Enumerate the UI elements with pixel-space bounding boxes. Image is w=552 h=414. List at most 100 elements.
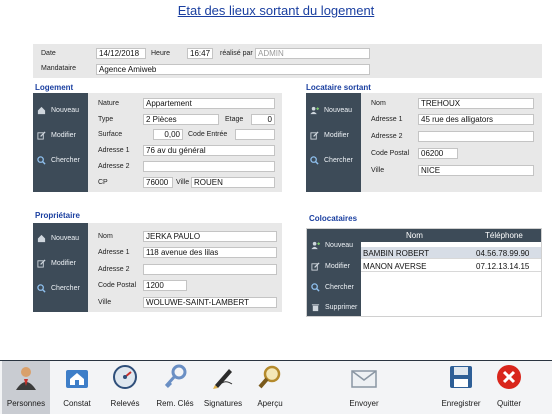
- logement-ville-label: Ville: [176, 179, 190, 186]
- mandataire-label: Mandataire: [41, 65, 77, 72]
- locataire-adresse1-label: Adresse 1: [371, 116, 403, 123]
- toolbar-personnes-button[interactable]: Personnes: [2, 361, 50, 414]
- proprietaire-modifier-button[interactable]: Modifier: [33, 257, 88, 269]
- type-field[interactable]: 2 Pièces: [143, 114, 219, 125]
- locataire-chercher-button[interactable]: Chercher: [306, 154, 361, 166]
- locataire-cp-field[interactable]: 06200: [418, 148, 458, 159]
- realise-par-field[interactable]: ADMIN: [255, 48, 370, 59]
- logement-nouveau-button[interactable]: Nouveau: [33, 104, 88, 116]
- toolbar-signatures-label: Signatures: [203, 399, 243, 408]
- cp-field[interactable]: 76000: [143, 177, 173, 188]
- toolbar-releves-button[interactable]: Relevés: [103, 361, 147, 414]
- row-tel-cell: 04.56.78.99.90: [476, 249, 530, 258]
- logement-adresse1-field[interactable]: 76 av du général: [143, 145, 275, 156]
- logement-chercher-button[interactable]: Chercher: [33, 154, 88, 166]
- colocataires-nouveau-button[interactable]: Nouveau: [307, 239, 361, 251]
- colocataires-modifier-label: Modifier: [325, 262, 350, 270]
- toolbar-apercu-button[interactable]: Aperçu: [249, 361, 291, 414]
- locataire-nom-label: Nom: [371, 100, 386, 107]
- date-field[interactable]: 14/12/2018: [96, 48, 146, 59]
- logement-modifier-button[interactable]: Modifier: [33, 129, 88, 141]
- search-icon: [310, 155, 319, 165]
- proprietaire-adresse2-field[interactable]: [143, 264, 277, 275]
- column-telephone-header: Téléphone: [485, 231, 523, 240]
- proprietaire-ville-field[interactable]: WOLUWE-SAINT-LAMBERT: [143, 297, 277, 308]
- person-add-icon: [310, 106, 319, 114]
- key-icon: [164, 364, 187, 389]
- locataire-cp-label: Code Postal: [371, 150, 410, 157]
- edit-icon: [311, 261, 320, 271]
- proprietaire-chercher-button[interactable]: Chercher: [33, 282, 88, 294]
- row-nom-cell: MANON AVERSE: [363, 262, 427, 271]
- locataire-adresse2-field[interactable]: [418, 131, 534, 142]
- save-icon: [450, 366, 472, 388]
- logement-title: Logement: [35, 83, 74, 92]
- proprietaire-panel: Nouveau Modifier Chercher Nom JERKA PAUL…: [33, 223, 282, 312]
- logement-adresse2-label: Adresse 2: [98, 163, 130, 170]
- search-icon: [37, 283, 46, 293]
- toolbar-envoyer-button[interactable]: Envoyer: [343, 361, 385, 414]
- table-row[interactable]: BAMBIN ROBERT 04.56.78.99.90: [361, 247, 541, 259]
- logement-adresse1-label: Adresse 1: [98, 147, 130, 154]
- colocataires-chercher-label: Chercher: [325, 283, 354, 291]
- nature-label: Nature: [98, 100, 120, 107]
- logement-adresse2-field[interactable]: [143, 161, 275, 172]
- toolbar-apercu-label: Aperçu: [257, 399, 283, 408]
- locataire-modifier-button[interactable]: Modifier: [306, 129, 361, 141]
- date-label: Date: [41, 50, 56, 57]
- proprietaire-chercher-label: Chercher: [51, 284, 80, 292]
- colocataires-table: Nom Téléphone BAMBIN ROBERT 04.56.78.99.…: [361, 229, 541, 316]
- proprietaire-nouveau-button[interactable]: Nouveau: [33, 232, 88, 244]
- colocataires-modifier-button[interactable]: Modifier: [307, 260, 361, 272]
- pen-icon: [213, 369, 233, 389]
- proprietaire-cp-field[interactable]: 1200: [143, 280, 187, 291]
- locataire-chercher-label: Chercher: [324, 156, 353, 164]
- locataire-nouveau-button[interactable]: Nouveau: [306, 104, 361, 116]
- person-icon: [16, 367, 36, 390]
- locataire-nom-field[interactable]: TREHOUX: [418, 98, 534, 109]
- locataire-adresse1-field[interactable]: 45 rue des alligators: [418, 114, 534, 125]
- close-icon: [497, 365, 521, 389]
- mandataire-field[interactable]: Agence Amiweb: [96, 64, 370, 75]
- column-nom-header: Nom: [406, 231, 423, 240]
- code-entree-field[interactable]: [235, 129, 275, 140]
- proprietaire-adresse1-field[interactable]: 118 avenue des lilas: [143, 247, 277, 258]
- toolbar-enregistrer-button[interactable]: Enregistrer: [436, 361, 486, 414]
- trash-icon: [311, 303, 320, 311]
- colocataires-chercher-button[interactable]: Chercher: [307, 281, 361, 293]
- proprietaire-adresse2-label: Adresse 2: [98, 266, 130, 273]
- proprietaire-title: Propriétaire: [35, 211, 80, 220]
- edit-icon: [310, 130, 319, 140]
- toolbar-rem-cles-button[interactable]: Rem. Clés: [151, 361, 199, 414]
- toolbar-envoyer-label: Envoyer: [349, 399, 379, 408]
- proprietaire-modifier-label: Modifier: [51, 259, 76, 267]
- realise-par-label: réalisé par: [220, 50, 253, 57]
- etage-field[interactable]: 0: [251, 114, 275, 125]
- surface-field[interactable]: 0,00: [153, 129, 183, 140]
- proprietaire-nom-label: Nom: [98, 233, 113, 240]
- proprietaire-nom-field[interactable]: JERKA PAULO: [143, 231, 277, 242]
- page: Etat des lieux sortant du logement Date …: [0, 0, 552, 414]
- toolbar-rem-cles-label: Rem. Clés: [156, 399, 194, 408]
- logement-ville-field[interactable]: ROUEN: [191, 177, 275, 188]
- locataire-ville-field[interactable]: NICE: [418, 165, 534, 176]
- table-header: Nom Téléphone: [361, 229, 541, 242]
- colocataires-panel: Nouveau Modifier Chercher Supprimer Nom …: [306, 228, 542, 317]
- nature-field[interactable]: Appartement: [143, 98, 275, 109]
- search-icon: [37, 155, 46, 165]
- row-nom-cell: BAMBIN ROBERT: [363, 249, 430, 258]
- toolbar-constat-button[interactable]: Constat: [55, 361, 99, 414]
- type-label: Type: [98, 116, 114, 123]
- colocataires-actions: Nouveau Modifier Chercher Supprimer: [307, 229, 361, 316]
- logement-nouveau-label: Nouveau: [51, 106, 80, 114]
- proprietaire-cp-label: Code Postal: [98, 282, 137, 289]
- cp-label: CP: [98, 179, 108, 186]
- house-icon: [66, 370, 88, 388]
- colocataires-supprimer-button[interactable]: Supprimer: [307, 301, 361, 313]
- magnifier-icon: [258, 365, 281, 389]
- logement-chercher-label: Chercher: [51, 156, 80, 164]
- heure-field[interactable]: 16:47: [187, 48, 213, 59]
- toolbar-signatures-button[interactable]: Signatures: [200, 361, 246, 414]
- table-row[interactable]: MANON AVERSE 07.12.13.14.15: [361, 260, 541, 272]
- toolbar-quitter-button[interactable]: Quitter: [488, 361, 530, 414]
